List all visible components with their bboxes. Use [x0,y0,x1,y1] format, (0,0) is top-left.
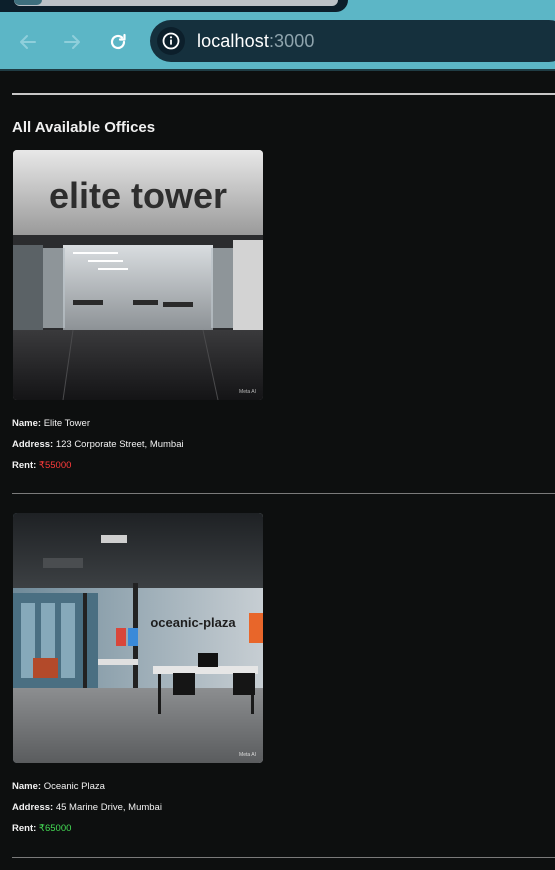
tab-strip [0,0,555,14]
arrow-left-icon [20,35,36,49]
office-sign: elite tower [49,175,227,216]
office-sign: oceanic-plaza [150,615,236,630]
office-address: Address: 123 Corporate Street, Mumbai [12,439,184,450]
office-image-oceanic-plaza: oceanic-plaza Meta AI [13,513,263,763]
info-icon [162,32,180,50]
forward-button[interactable] [58,28,86,56]
name-value: Elite Tower [43,418,90,429]
office-divider [12,493,555,494]
image-watermark: Meta AI [239,752,256,758]
address-value: 45 Marine Drive, Mumbai [55,802,162,813]
office-image-elite-tower: elite tower Meta AI [13,150,263,400]
name-label: Name: [12,781,42,792]
rent-value: ₹55000 [38,460,72,471]
image-watermark: Meta AI [239,389,256,395]
office-rent: Rent: ₹55000 [12,460,71,471]
active-tab[interactable] [0,0,348,12]
address-label: Address: [12,439,54,450]
tab-favicon [14,0,42,5]
office-name: Name: Oceanic Plaza [12,781,105,792]
url-host: localhost [197,31,269,51]
address-label: Address: [12,802,54,813]
toolbar-divider [0,69,555,71]
browser-toolbar: localhost:3000 [0,14,555,69]
office-name: Name: Elite Tower [12,418,90,429]
page-title: All Available Offices [12,119,156,136]
site-info-button[interactable] [157,27,185,55]
name-label: Name: [12,418,42,429]
rent-value: ₹65000 [38,823,72,834]
rent-label: Rent: [12,460,37,471]
address-bar[interactable]: localhost:3000 [150,20,555,62]
top-divider [12,93,555,95]
address-value: 123 Corporate Street, Mumbai [55,439,184,450]
office-address: Address: 45 Marine Drive, Mumbai [12,802,162,813]
name-value: Oceanic Plaza [43,781,105,792]
tab-highlight [14,0,338,6]
reload-button[interactable] [104,28,132,56]
url-text: localhost:3000 [197,31,315,52]
office-rent: Rent: ₹65000 [12,823,71,834]
rent-label: Rent: [12,823,37,834]
reload-icon [110,33,126,50]
url-port: :3000 [268,31,315,51]
office-divider [12,857,555,858]
arrow-right-icon [64,35,80,49]
back-button[interactable] [14,28,42,56]
